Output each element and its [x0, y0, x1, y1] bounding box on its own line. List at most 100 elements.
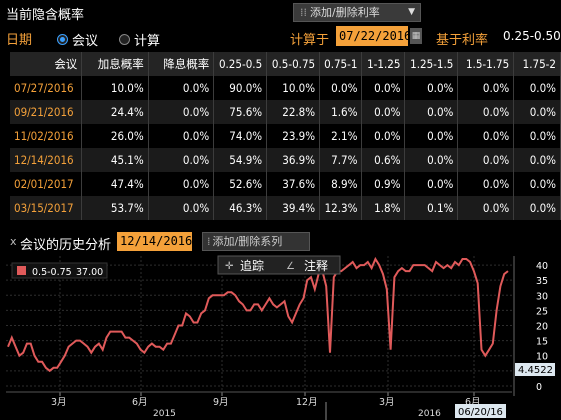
probability-cell: 75.6% — [213, 100, 268, 124]
x-tick-label: 3月 — [51, 397, 67, 408]
probability-cell: 0.0% — [361, 124, 406, 148]
probability-cell: 12.3% — [319, 196, 363, 220]
probability-cell: 0.0% — [148, 76, 215, 100]
meeting-date-cell: 12/14/2016 — [10, 148, 83, 172]
table-row[interactable]: 07/27/2016 10.0% 0.0% 90.0% 10.0% 0.0% 0.0% 0.0… — [10, 76, 561, 100]
col-header[interactable]: 0.25-0.5 — [213, 52, 268, 76]
table-row[interactable]: 02/01/2017 47.4% 0.0% 52.6% 37.6% 8.9% 0.9% 0.0… — [10, 172, 561, 196]
year-label: 2016 — [418, 409, 441, 419]
probability-cell: 0.0% — [457, 196, 515, 220]
chevron-down-icon: ▼ — [408, 7, 415, 17]
col-header[interactable]: 降息概率 — [148, 52, 215, 76]
probability-cell: 24.4% — [81, 100, 149, 124]
radio-calc-label: 计算 — [134, 34, 161, 49]
y-tick-label: 0 — [536, 382, 542, 393]
col-header[interactable]: 1.5-1.75 — [457, 52, 515, 76]
close-icon[interactable]: x — [10, 235, 17, 248]
calendar-icon[interactable]: ▦ — [410, 28, 422, 44]
y-tick-label: 10 — [536, 352, 548, 363]
probability-cell: 0.0% — [148, 148, 215, 172]
legend-series-value: 37.00 — [76, 267, 103, 278]
probability-table: 会议 加息概率 降息概率 0.25-0.5 0.5-0.75 0.75-1 1-… — [10, 52, 561, 220]
meeting-date-cell: 03/15/2017 — [10, 196, 83, 220]
header-bar: 当前隐含概率 ⁞⁞ 添加/删除利率 ▼ — [0, 0, 561, 24]
col-header[interactable]: 1.25-1.5 — [404, 52, 459, 76]
col-header[interactable]: 加息概率 — [81, 52, 149, 76]
calc-on-label: 计算于 — [290, 33, 330, 48]
y-tick-label: 30 — [536, 291, 548, 302]
probability-cell: 0.0% — [148, 124, 215, 148]
history-chart-svg: 0510152025303540 3月6月9月12月3月6月20152016 0… — [0, 254, 561, 420]
x-tick-label: 3月 — [379, 397, 395, 408]
radio-meeting[interactable]: 会议 — [57, 30, 98, 49]
probability-cell: 10.0% — [266, 76, 321, 100]
col-header[interactable]: 会议 — [10, 52, 83, 76]
y-tick-label: 20 — [536, 322, 548, 333]
current-value-text: 4.4522 — [518, 365, 553, 376]
probability-cell: 0.0% — [513, 76, 561, 100]
col-header[interactable]: 0.5-0.75 — [266, 52, 321, 76]
probability-cell: 0.0% — [148, 196, 215, 220]
probability-cell: 45.1% — [81, 148, 149, 172]
probability-cell: 0.0% — [404, 100, 459, 124]
probability-cell: 0.6% — [361, 148, 406, 172]
meeting-date-cell: 02/01/2017 — [10, 172, 83, 196]
annotate-button[interactable]: 注释 — [304, 258, 328, 273]
probability-cell: 2.1% — [319, 124, 363, 148]
probability-cell: 0.0% — [513, 100, 561, 124]
calc-date-input[interactable]: 07/22/2016 — [336, 26, 411, 46]
base-rate-label: 基于利率 — [436, 33, 489, 48]
history-title: 会议的历史分析 — [20, 238, 112, 253]
probability-cell: 0.0% — [457, 148, 515, 172]
table-header-row: 会议 加息概率 降息概率 0.25-0.5 0.5-0.75 0.75-1 1-… — [10, 52, 561, 76]
probability-cell: 7.7% — [319, 148, 363, 172]
table-row[interactable]: 03/15/2017 53.7% 0.0% 46.3% 39.4% 12.3% 1.8% 0.… — [10, 196, 561, 220]
col-header[interactable]: 1-1.25 — [361, 52, 406, 76]
panel-title: 当前隐含概率 — [6, 8, 85, 23]
probability-cell: 0.1% — [404, 196, 459, 220]
legend-swatch — [17, 266, 26, 275]
legend-series-name: 0.5-0.75 — [32, 267, 72, 278]
col-header[interactable]: 1.75-2 — [513, 52, 561, 76]
probability-cell: 1.8% — [361, 196, 406, 220]
table-row[interactable]: 12/14/2016 45.1% 0.0% 54.9% 36.9% 7.7% 0.6% 0.0… — [10, 148, 561, 172]
probability-cell: 0.0% — [361, 100, 406, 124]
x-tick-label: 12月 — [296, 397, 318, 408]
table-row[interactable]: 11/02/2016 26.0% 0.0% 74.0% 23.9% 2.1% 0.0% 0.0… — [10, 124, 561, 148]
y-tick-label: 25 — [536, 306, 548, 317]
probability-cell: 37.6% — [266, 172, 321, 196]
history-date-input[interactable]: 12/14/2016 — [117, 232, 192, 251]
x-tick-label: 9月 — [213, 397, 229, 408]
probability-cell: 54.9% — [213, 148, 268, 172]
probability-cell: 0.0% — [513, 196, 561, 220]
radio-meeting-label: 会议 — [72, 34, 99, 49]
probability-cell: 0.0% — [148, 172, 215, 196]
add-remove-series-button[interactable]: ⁞ 添加/删除系列 — [202, 232, 310, 251]
controls-bar: 日期 会议 计算 计算于 基于利率 — [0, 24, 561, 50]
probability-cell: 0.0% — [457, 172, 515, 196]
probability-cell: 0.0% — [361, 76, 406, 100]
probability-cell: 47.4% — [81, 172, 149, 196]
meeting-date-cell: 11/02/2016 — [10, 124, 83, 148]
probability-cell: 0.0% — [319, 76, 363, 100]
table-row[interactable]: 09/21/2016 24.4% 0.0% 75.6% 22.8% 1.6% 0.0% 0.0… — [10, 100, 561, 124]
history-chart: 0510152025303540 3月6月9月12月3月6月20152016 0… — [0, 254, 561, 420]
track-button[interactable]: 追踪 — [240, 258, 264, 273]
y-tick-label: 40 — [536, 261, 548, 272]
radio-calc[interactable]: 计算 — [119, 30, 160, 49]
probability-cell: 52.6% — [213, 172, 268, 196]
add-remove-rate-button[interactable]: ⁞⁞ 添加/删除利率 ▼ — [293, 3, 421, 22]
crosshair-icon[interactable]: ✛ — [225, 261, 234, 272]
probability-cell: 0.0% — [457, 76, 515, 100]
probability-cell: 0.0% — [457, 100, 515, 124]
base-rate-value: 0.25-0.50 — [503, 29, 561, 43]
probability-cell: 0.9% — [361, 172, 406, 196]
probability-cell: 0.0% — [148, 100, 215, 124]
pencil-icon[interactable]: ∠ — [286, 261, 295, 272]
probability-cell: 0.0% — [404, 148, 459, 172]
grip-icon: ⁞ — [207, 235, 211, 248]
col-header[interactable]: 0.75-1 — [319, 52, 363, 76]
radio-selected-icon — [57, 34, 68, 45]
probability-cell: 0.0% — [513, 172, 561, 196]
date-label: 日期 — [6, 33, 33, 48]
